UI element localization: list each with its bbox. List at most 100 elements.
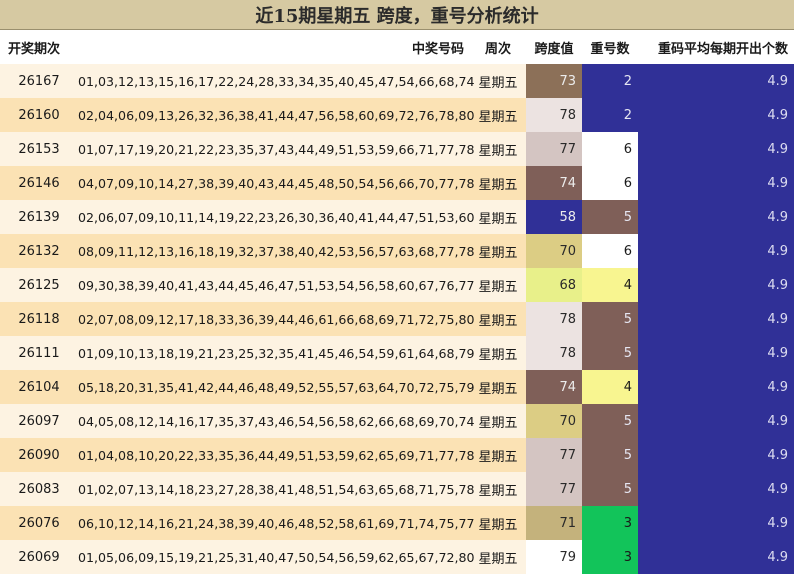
cell-span: 77 <box>526 132 582 166</box>
cell-period: 26104 <box>18 379 60 395</box>
cell-repeat: 2 <box>582 98 638 132</box>
cell-period: 26139 <box>18 209 60 225</box>
cell-repeat: 3 <box>582 506 638 540</box>
cell-period: 26111 <box>18 345 60 361</box>
header-period[interactable]: 开奖期次 <box>0 30 76 64</box>
page-title: 近15期星期五 跨度，重号分析统计 <box>0 0 794 30</box>
cell-repeat: 5 <box>582 336 638 370</box>
cell-weekday: 星期五 <box>478 415 518 431</box>
cell-weekday: 星期五 <box>478 449 518 465</box>
table-row[interactable]: 26090 01,04,08,10,20,22,33,35,36,44,49,51… <box>0 438 794 472</box>
cell-numbers: 06,10,12,14,16,21,24,38,39,40,46,48,52,5… <box>78 515 475 531</box>
cell-weekday: 星期五 <box>478 245 518 261</box>
cell-period: 26118 <box>18 311 60 327</box>
cell-avg: 4.9 <box>638 166 794 200</box>
cell-span: 70 <box>526 234 582 268</box>
cell-weekday: 星期五 <box>478 211 518 227</box>
cell-numbers: 02,07,08,09,12,17,18,33,36,39,44,46,61,6… <box>78 311 475 327</box>
table-row[interactable]: 26083 01,02,07,13,14,18,23,27,28,38,41,48… <box>0 472 794 506</box>
cell-numbers: 08,09,11,12,13,16,18,19,32,37,38,40,42,5… <box>78 243 475 259</box>
cell-span: 74 <box>526 166 582 200</box>
cell-period: 26167 <box>18 73 60 89</box>
cell-weekday: 星期五 <box>478 347 518 363</box>
table-row[interactable]: 26104 05,18,20,31,35,41,42,44,46,48,49,52… <box>0 370 794 404</box>
cell-span: 74 <box>526 370 582 404</box>
cell-numbers: 01,07,17,19,20,21,22,23,35,37,43,44,49,5… <box>78 141 475 157</box>
cell-numbers: 01,09,10,13,18,19,21,23,25,32,35,41,45,4… <box>78 345 475 361</box>
table-row[interactable]: 26076 06,10,12,14,16,21,24,38,39,40,46,48… <box>0 506 794 540</box>
cell-avg: 4.9 <box>638 506 794 540</box>
cell-weekday: 星期五 <box>478 143 518 159</box>
cell-period: 26069 <box>18 549 60 565</box>
cell-period: 26146 <box>18 175 60 191</box>
cell-weekday: 星期五 <box>478 517 518 533</box>
cell-numbers: 01,04,08,10,20,22,33,35,36,44,49,51,53,5… <box>78 447 475 463</box>
header-numbers[interactable]: 中奖号码 <box>76 30 470 64</box>
cell-avg: 4.9 <box>638 438 794 472</box>
table-row[interactable]: 26139 02,06,07,09,10,11,14,19,22,23,26,30… <box>0 200 794 234</box>
cell-repeat: 5 <box>582 438 638 472</box>
cell-avg: 4.9 <box>638 540 794 574</box>
cell-period: 26132 <box>18 243 60 259</box>
cell-weekday: 星期五 <box>478 313 518 329</box>
cell-repeat: 4 <box>582 370 638 404</box>
cell-weekday: 星期五 <box>478 381 518 397</box>
table-row[interactable]: 26069 01,05,06,09,15,19,21,25,31,40,47,50… <box>0 540 794 574</box>
table-row[interactable]: 26118 02,07,08,09,12,17,18,33,36,39,44,46… <box>0 302 794 336</box>
cell-span: 71 <box>526 506 582 540</box>
cell-repeat: 5 <box>582 200 638 234</box>
table-row[interactable]: 26125 09,30,38,39,40,41,43,44,45,46,47,51… <box>0 268 794 302</box>
table-row[interactable]: 26146 04,07,09,10,14,27,38,39,40,43,44,45… <box>0 166 794 200</box>
cell-numbers: 01,05,06,09,15,19,21,25,31,40,47,50,54,5… <box>78 549 475 565</box>
table-row[interactable]: 26160 02,04,06,09,13,26,32,36,38,41,44,47… <box>0 98 794 132</box>
cell-weekday: 星期五 <box>478 75 518 91</box>
cell-repeat: 2 <box>582 64 638 98</box>
cell-repeat: 5 <box>582 404 638 438</box>
header-weekday[interactable]: 周次 <box>470 30 526 64</box>
table-row[interactable]: 26167 01,03,12,13,15,16,17,22,24,28,33,34… <box>0 64 794 98</box>
header-repeat[interactable]: 重号数 <box>582 30 638 64</box>
cell-numbers: 02,04,06,09,13,26,32,36,38,41,44,47,56,5… <box>78 107 475 123</box>
cell-period: 26160 <box>18 107 60 123</box>
cell-period: 26097 <box>18 413 60 429</box>
cell-repeat: 4 <box>582 268 638 302</box>
cell-weekday: 星期五 <box>478 551 518 567</box>
table-row[interactable]: 26097 04,05,08,12,14,16,17,35,37,43,46,54… <box>0 404 794 438</box>
table-row[interactable]: 26111 01,09,10,13,18,19,21,23,25,32,35,41… <box>0 336 794 370</box>
table-row[interactable]: 26153 01,07,17,19,20,21,22,23,35,37,43,44… <box>0 132 794 166</box>
cell-avg: 4.9 <box>638 472 794 506</box>
cell-weekday: 星期五 <box>478 109 518 125</box>
cell-span: 58 <box>526 200 582 234</box>
cell-numbers: 02,06,07,09,10,11,14,19,22,23,26,30,36,4… <box>78 209 475 225</box>
header-avg[interactable]: 重码平均每期开出个数 <box>638 30 794 64</box>
cell-span: 78 <box>526 336 582 370</box>
cell-avg: 4.9 <box>638 370 794 404</box>
cell-span: 77 <box>526 472 582 506</box>
cell-numbers: 05,18,20,31,35,41,42,44,46,48,49,52,55,5… <box>78 379 475 395</box>
cell-period: 26083 <box>18 481 60 497</box>
cell-numbers: 04,05,08,12,14,16,17,35,37,43,46,54,56,5… <box>78 413 475 429</box>
cell-avg: 4.9 <box>638 302 794 336</box>
table-row[interactable]: 26132 08,09,11,12,13,16,18,19,32,37,38,40… <box>0 234 794 268</box>
cell-numbers: 01,02,07,13,14,18,23,27,28,38,41,48,51,5… <box>78 481 475 497</box>
cell-span: 78 <box>526 98 582 132</box>
cell-span: 79 <box>526 540 582 574</box>
cell-repeat: 5 <box>582 472 638 506</box>
cell-avg: 4.9 <box>638 336 794 370</box>
cell-avg: 4.9 <box>638 132 794 166</box>
cell-span: 73 <box>526 64 582 98</box>
cell-avg: 4.9 <box>638 234 794 268</box>
cell-avg: 4.9 <box>638 268 794 302</box>
cell-period: 26125 <box>18 277 60 293</box>
table-header: 开奖期次 中奖号码 周次 跨度值 重号数 重码平均每期开出个数 <box>0 30 794 64</box>
cell-numbers: 04,07,09,10,14,27,38,39,40,43,44,45,48,5… <box>78 175 475 191</box>
header-span[interactable]: 跨度值 <box>526 30 582 64</box>
cell-repeat: 5 <box>582 302 638 336</box>
cell-weekday: 星期五 <box>478 177 518 193</box>
cell-weekday: 星期五 <box>478 279 518 295</box>
cell-span: 70 <box>526 404 582 438</box>
cell-repeat: 6 <box>582 132 638 166</box>
cell-numbers: 09,30,38,39,40,41,43,44,45,46,47,51,53,5… <box>78 277 475 293</box>
cell-span: 78 <box>526 302 582 336</box>
cell-span: 68 <box>526 268 582 302</box>
